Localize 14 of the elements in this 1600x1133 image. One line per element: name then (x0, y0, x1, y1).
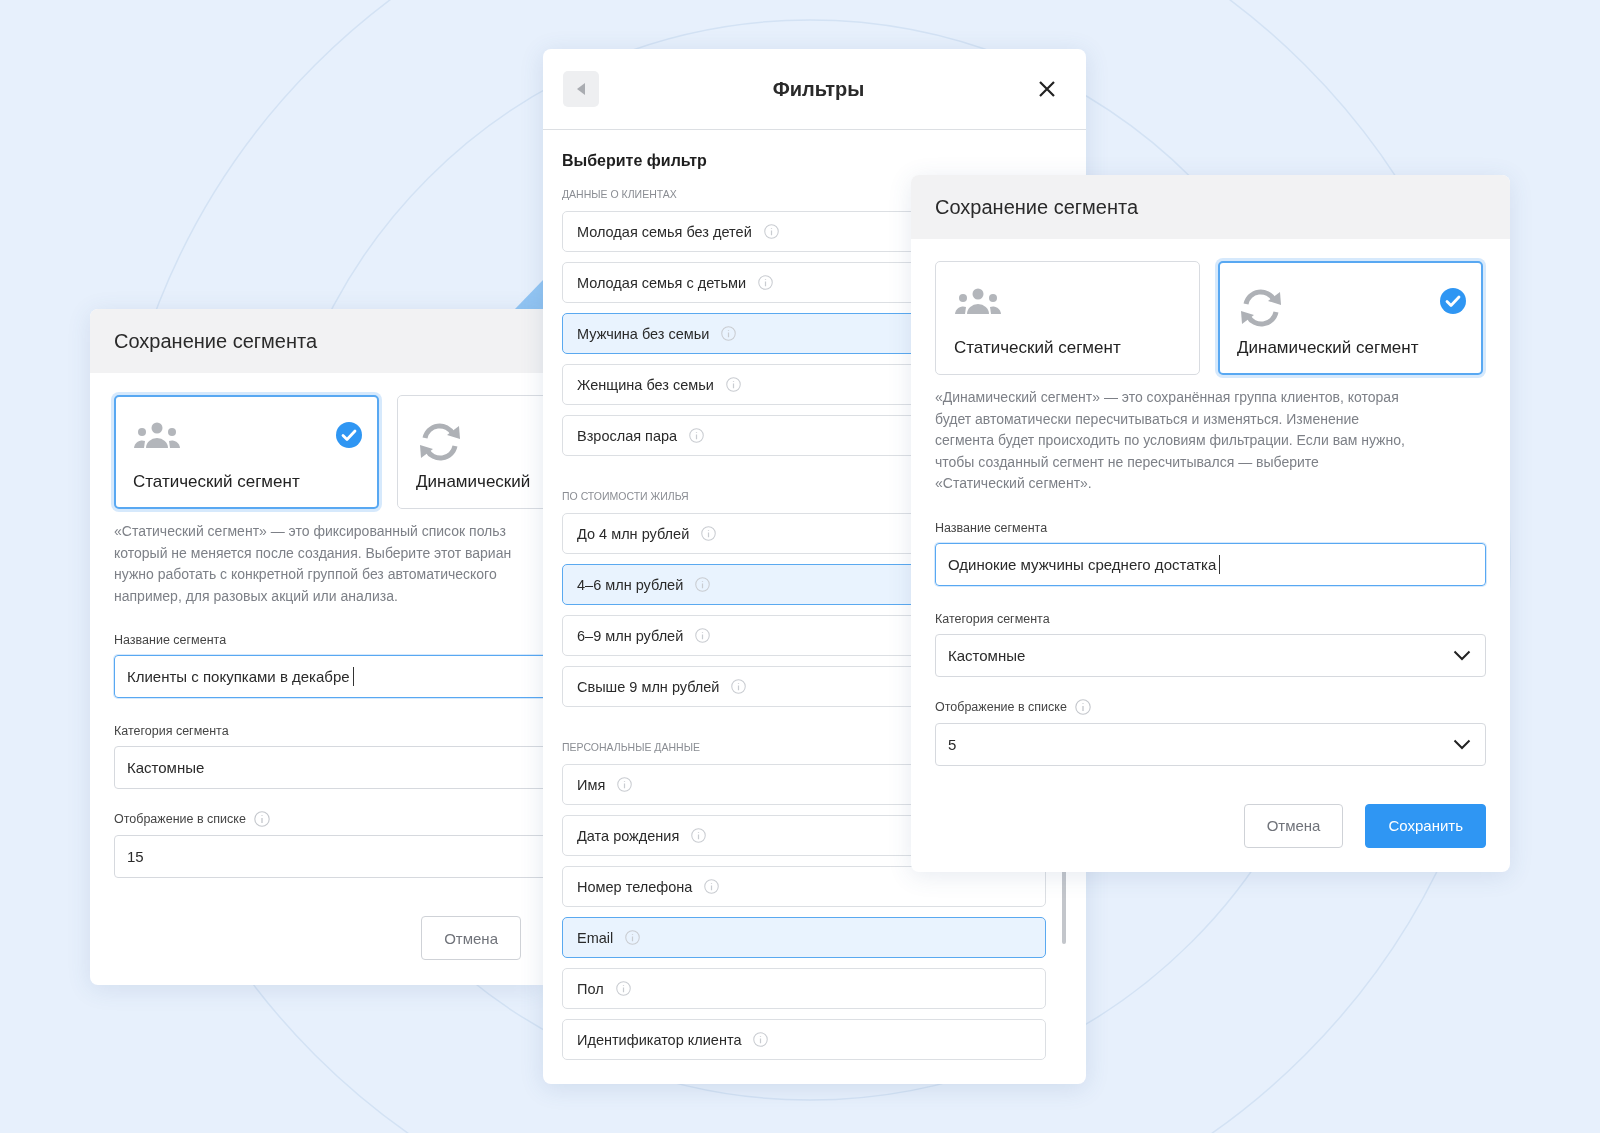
field-label: Категория сегмента (114, 724, 229, 738)
dialog-title: Фильтры (772, 77, 865, 101)
section-heading: Выберите фильтр (562, 152, 707, 170)
field-label: Название сегмента (114, 633, 227, 647)
segment-description: «Статический сегмент» — это фиксированный список польз который не меняется после создания. Выберите этот вариан нужно работать с конкретной группой без автоматического например, для разовых акций или анализа. (114, 522, 513, 606)
group-title: ПЕРСОНАЛЬНЫЕ ДАННЫЕ (562, 741, 700, 753)
segment-type-label: Динамический (416, 472, 532, 492)
segment-type-label: Динамический сегмент (1237, 338, 1420, 358)
group-title: ПО СТОИМОСТИ ЖИЛЬЯ (562, 490, 689, 502)
field-label: Название сегмента (935, 520, 1048, 535)
field-label: Отображение в списке (114, 812, 246, 826)
dialog-title: Сохранение сегмента (114, 329, 318, 353)
segment-type-label: Статический сегмент (133, 472, 301, 492)
group-title: ДАННЫЕ О КЛИЕНТАХ (562, 188, 677, 200)
